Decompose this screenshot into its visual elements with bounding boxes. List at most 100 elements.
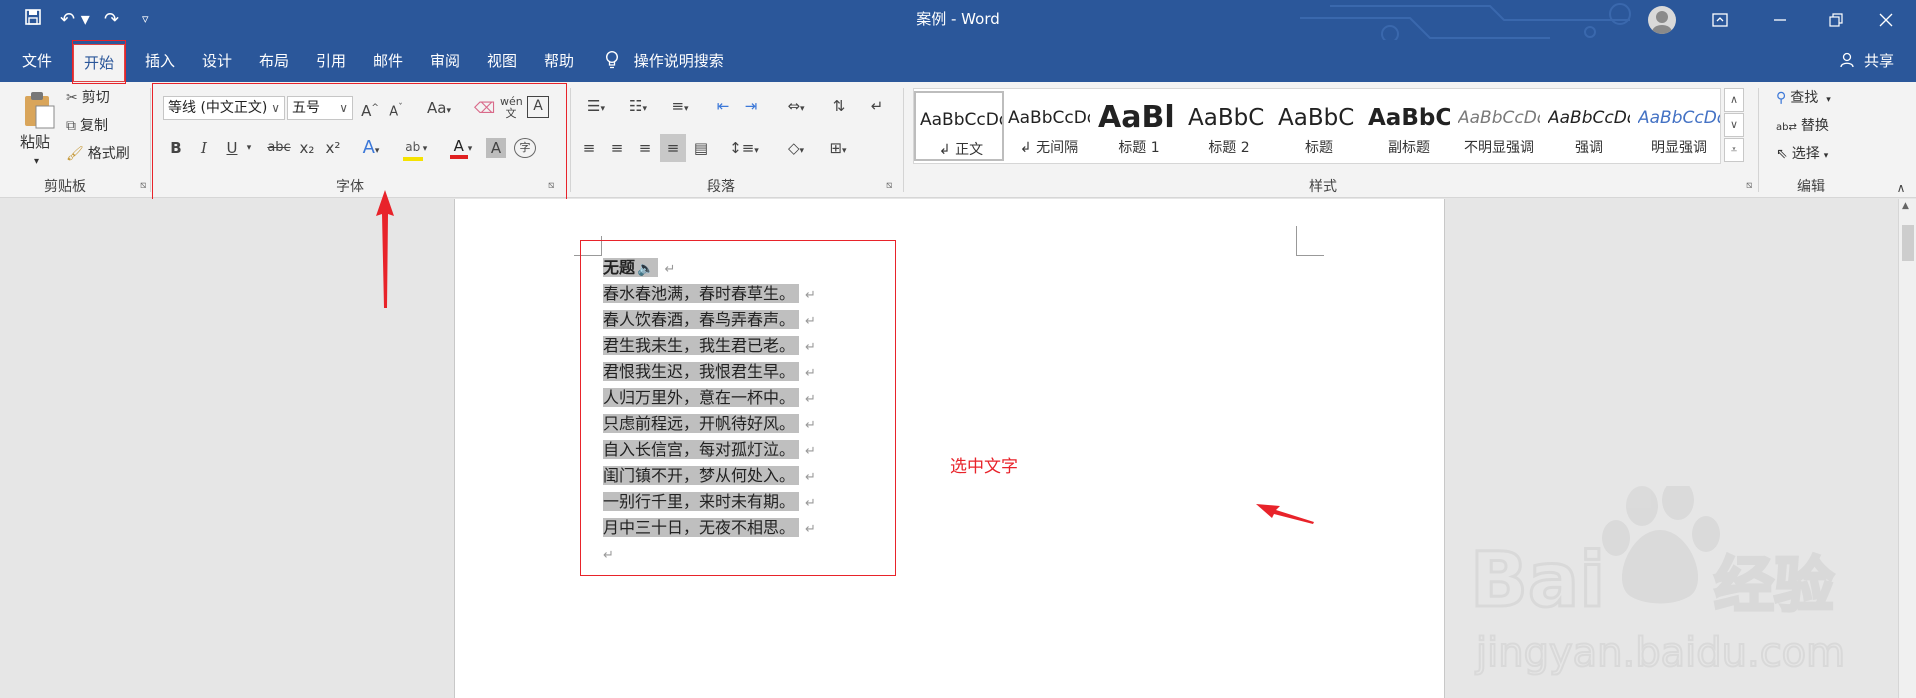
clipboard-group-label: 剪贴板 <box>44 179 86 195</box>
style-name: 标题 2 <box>1208 140 1250 156</box>
tab-insert[interactable]: 插入 <box>137 40 183 82</box>
minimize-icon[interactable] <box>1750 0 1810 40</box>
show-paragraph-marks-icon[interactable]: ↵ <box>866 96 888 116</box>
tell-me-search[interactable]: 操作说明搜索 <box>605 40 724 82</box>
style-name: 副标题 <box>1388 140 1430 156</box>
svg-text:jingyan.baidu.com: jingyan.baidu.com <box>1475 630 1845 676</box>
align-center-icon[interactable]: ≡ <box>606 138 628 158</box>
style-name: 明显强调 <box>1651 140 1707 156</box>
tab-layout[interactable]: 布局 <box>251 40 297 82</box>
gallery-scroll-up-icon[interactable]: ∧ <box>1724 88 1744 112</box>
svg-text:Bai: Bai <box>1470 535 1605 624</box>
chevron-down-icon: ▾ <box>1826 95 1831 105</box>
chinese-layout-icon[interactable]: ⇔▾ <box>778 96 814 119</box>
tab-file[interactable]: 文件 <box>14 40 60 82</box>
paste-button[interactable]: 粘贴 ▾ <box>16 88 64 170</box>
tab-references[interactable]: 引用 <box>308 40 354 82</box>
style-name: ↲ 正文 <box>938 142 984 158</box>
cut-button[interactable]: ✂ 剪切 <box>66 88 110 108</box>
lightbulb-icon <box>605 50 624 70</box>
style-no-spacing[interactable]: AaBbCcDd ↲ 无间隔 <box>1004 91 1094 161</box>
ribbon: 粘贴 ▾ ✂ 剪切 ⧉ 复制 🖌 格式刷 剪贴板 ⧅ 等线 (中文正文) ∨ 五号 ∨… <box>0 82 1916 203</box>
scissors-icon: ✂ <box>66 90 78 106</box>
scroll-up-icon[interactable]: ▲ <box>1902 201 1909 211</box>
sort-icon[interactable]: ⇅ <box>828 96 850 116</box>
svg-text:经验: 经验 <box>1714 551 1834 621</box>
cursor-icon: ⇖ <box>1776 146 1788 162</box>
bullets-icon[interactable]: ☰▾ <box>578 96 614 119</box>
group-separator <box>903 88 904 192</box>
style-preview: AaBbCcDd <box>920 110 1002 130</box>
numbering-icon[interactable]: ☷▾ <box>620 96 656 119</box>
style-preview: AaBbC <box>1278 105 1355 131</box>
justify-icon[interactable]: ≡ <box>660 134 686 162</box>
person-icon <box>1839 52 1860 70</box>
tell-me-label: 操作说明搜索 <box>633 52 724 70</box>
style-preview: AaBbC <box>1368 105 1450 131</box>
style-preview: AaBbCcDd <box>1638 108 1720 128</box>
style-title[interactable]: AaBbC 标题 <box>1274 91 1364 161</box>
group-separator <box>150 88 151 192</box>
styles-dialog-launcher-icon[interactable]: ⧅ <box>1746 180 1752 191</box>
gallery-scroll-down-icon[interactable]: ∨ <box>1724 113 1744 137</box>
style-intense-emphasis[interactable]: AaBbCcDd 明显强调 <box>1634 91 1724 161</box>
clipboard-dialog-launcher-icon[interactable]: ⧅ <box>140 180 146 191</box>
paste-icon <box>25 92 55 129</box>
replace-button[interactable]: ab⇄ 替换 <box>1776 116 1829 138</box>
select-label: 选择 <box>1791 146 1820 162</box>
align-right-icon[interactable]: ≡ <box>634 138 656 158</box>
borders-icon[interactable]: ⊞▾ <box>820 138 856 161</box>
shading-icon[interactable]: ◇▾ <box>778 138 814 161</box>
search-icon: ⚲ <box>1776 90 1787 106</box>
style-subtitle[interactable]: AaBbC 副标题 <box>1364 91 1454 161</box>
editing-group-label: 编辑 <box>1797 179 1825 195</box>
title-bar: ↶ ▾ ↷ ▿ 案例 - Word <box>0 0 1916 40</box>
styles-group-label: 样式 <box>1309 179 1337 195</box>
tab-view[interactable]: 视图 <box>479 40 525 82</box>
style-subtle-emphasis[interactable]: AaBbCcDd 不明显强调 <box>1454 91 1544 161</box>
scroll-thumb[interactable] <box>1902 225 1914 261</box>
tab-review[interactable]: 审阅 <box>422 40 468 82</box>
paintbrush-icon: 🖌 <box>66 146 84 162</box>
left-arrow-annotation <box>1256 504 1314 524</box>
copy-label: 复制 <box>80 118 108 134</box>
style-emphasis[interactable]: AaBbCcDd 强调 <box>1544 91 1634 161</box>
replace-label: 替换 <box>1800 118 1829 134</box>
style-normal[interactable]: AaBbCcDd ↲ 正文 <box>914 91 1004 161</box>
margin-corner-mark <box>1296 226 1324 256</box>
up-arrow-annotation <box>376 190 394 308</box>
gallery-more-icon[interactable]: ⩡ <box>1724 138 1744 162</box>
select-button[interactable]: ⇖ 选择 ▾ <box>1776 144 1828 166</box>
font-group-highlight-box <box>152 83 567 203</box>
tab-design[interactable]: 设计 <box>194 40 240 82</box>
format-painter-button[interactable]: 🖌 格式刷 <box>66 144 130 164</box>
style-preview: AaBbCcDd <box>1458 108 1540 128</box>
line-spacing-icon[interactable]: ↕≡▾ <box>726 138 762 161</box>
document-title: 案例 - Word <box>916 10 1000 28</box>
style-heading-2[interactable]: AaBbC 标题 2 <box>1184 91 1274 161</box>
decrease-indent-icon[interactable]: ⇤ <box>712 96 734 116</box>
multilevel-list-icon[interactable]: ≡▾ <box>662 96 698 119</box>
close-icon[interactable] <box>1856 0 1916 40</box>
vertical-scrollbar[interactable]: ▲ <box>1898 199 1916 698</box>
find-button[interactable]: ⚲ 查找 ▾ <box>1776 88 1831 110</box>
copy-button[interactable]: ⧉ 复制 <box>66 116 108 136</box>
distributed-icon[interactable]: ▤ <box>690 138 712 158</box>
user-avatar[interactable] <box>1648 6 1676 34</box>
tab-mailings[interactable]: 邮件 <box>365 40 411 82</box>
increase-indent-icon[interactable]: ⇥ <box>740 96 762 116</box>
collapse-ribbon-icon[interactable]: ∧ <box>1894 178 1908 198</box>
share-label: 共享 <box>1863 52 1894 70</box>
style-preview: AaBl <box>1098 101 1175 135</box>
group-separator <box>570 88 571 192</box>
ribbon-display-options-icon[interactable] <box>1690 0 1750 40</box>
paragraph-dialog-launcher-icon[interactable]: ⧅ <box>886 180 892 191</box>
format-painter-label: 格式刷 <box>87 146 130 162</box>
style-preview: AaBbCcDd <box>1008 108 1090 128</box>
style-heading-1[interactable]: AaBl 标题 1 <box>1094 91 1184 161</box>
share-button[interactable]: 共享 <box>1839 40 1894 82</box>
align-left-icon[interactable]: ≡ <box>578 138 600 158</box>
tab-help[interactable]: 帮助 <box>536 40 582 82</box>
ribbon-tabs: 文件 开始 插入 设计 布局 引用 邮件 审阅 视图 帮助 操作说明搜索 共享 <box>0 40 1916 82</box>
paragraph-group-label: 段落 <box>707 179 735 195</box>
